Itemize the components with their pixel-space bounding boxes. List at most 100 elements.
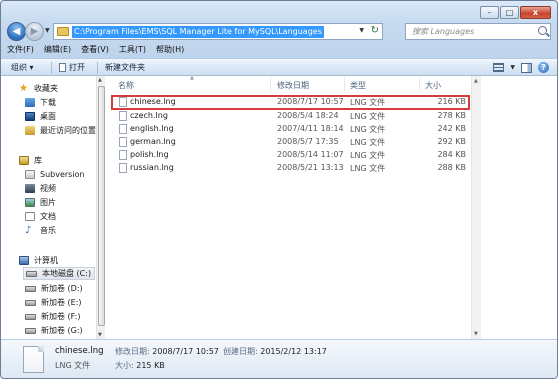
file-row[interactable]: chinese.lng 2008/7/17 10:57 LNG 文件 216 K… bbox=[111, 95, 470, 110]
column-modified[interactable]: 修改日期 bbox=[277, 80, 309, 91]
drive-icon bbox=[25, 327, 36, 334]
close-button[interactable]: x bbox=[520, 6, 551, 19]
file-icon bbox=[119, 111, 127, 121]
file-row[interactable]: czech.lng 2008/5/4 18:24 LNG 文件 278 KB bbox=[112, 110, 469, 123]
nav-desktop-label: 桌面 bbox=[40, 112, 56, 121]
menu-edit[interactable]: 编辑(E) bbox=[44, 43, 71, 57]
nav-libraries[interactable]: 库 bbox=[19, 154, 42, 167]
nav-pictures[interactable]: 图片 bbox=[25, 196, 56, 209]
file-size: 284 KB bbox=[437, 150, 466, 159]
search-input[interactable]: 搜索 Languages bbox=[405, 23, 551, 40]
nav-drive-g[interactable]: 新加卷 (G:) bbox=[25, 324, 83, 337]
file-name: czech.lng bbox=[130, 111, 168, 120]
menu-view[interactable]: 查看(V) bbox=[81, 43, 109, 57]
nav-drive-c[interactable]: 本地磁盘 (C:) bbox=[23, 267, 95, 280]
nav-recent[interactable]: 最近访问的位置 bbox=[25, 124, 96, 137]
column-type[interactable]: 类型 bbox=[350, 80, 366, 91]
column-size[interactable]: 大小 bbox=[425, 80, 441, 91]
nav-drive-f[interactable]: 新加卷 (F:) bbox=[25, 310, 80, 323]
file-row[interactable]: english.lng 2007/4/11 18:14 LNG 文件 242 K… bbox=[112, 123, 469, 136]
column-divider[interactable] bbox=[270, 77, 271, 91]
nav-downloads[interactable]: 下载 bbox=[25, 96, 56, 109]
arrow-right-icon: ▶ bbox=[30, 25, 39, 37]
details-modified-label: 修改日期: bbox=[115, 347, 150, 356]
file-type: LNG 文件 bbox=[350, 125, 386, 134]
nav-music-label: 音乐 bbox=[40, 226, 56, 235]
nav-drive-g-label: 新加卷 (G:) bbox=[41, 326, 83, 335]
nav-music[interactable]: ♪ 音乐 bbox=[25, 224, 56, 237]
scroll-up-icon[interactable]: ▲ bbox=[474, 78, 478, 84]
nav-drive-e[interactable]: 新加卷 (E:) bbox=[25, 296, 82, 309]
video-icon bbox=[25, 184, 35, 193]
forward-button[interactable]: ▶ bbox=[25, 22, 44, 41]
menu-tools[interactable]: 工具(T) bbox=[119, 43, 146, 57]
column-divider[interactable] bbox=[419, 77, 420, 91]
address-bar[interactable]: C:\Program Files\EMS\SQL Manager Lite fo… bbox=[53, 23, 383, 40]
file-preview-icon bbox=[23, 346, 44, 373]
preview-pane-icon[interactable] bbox=[521, 62, 532, 73]
nav-computer[interactable]: 计算机 bbox=[19, 254, 58, 267]
column-divider[interactable] bbox=[344, 77, 345, 91]
toolbar-separator bbox=[97, 62, 98, 74]
drive-icon bbox=[25, 313, 36, 320]
menu-bar: 文件(F) 编辑(E) 查看(V) 工具(T) 帮助(H) bbox=[1, 43, 557, 57]
minimize-button[interactable]: – bbox=[480, 6, 499, 19]
scroll-up-icon[interactable]: ▲ bbox=[98, 77, 102, 83]
menu-file[interactable]: 文件(F) bbox=[7, 43, 34, 57]
view-options-icon[interactable] bbox=[493, 63, 505, 72]
refresh-icon[interactable]: ↻ bbox=[371, 25, 379, 36]
nav-subversion[interactable]: Subversion bbox=[25, 168, 85, 181]
file-type: LNG 文件 bbox=[350, 138, 386, 147]
document-icon bbox=[25, 212, 35, 221]
view-dropdown-icon[interactable]: ▼ bbox=[510, 64, 515, 71]
details-file-type: LNG 文件 bbox=[55, 361, 91, 370]
file-type: LNG 文件 bbox=[350, 98, 386, 107]
nav-documents[interactable]: 文档 bbox=[25, 210, 56, 223]
nav-drive-c-label: 本地磁盘 (C:) bbox=[42, 269, 92, 278]
recent-pages-dropdown[interactable]: ▼ bbox=[45, 27, 50, 34]
file-modified: 2008/5/21 13:13 bbox=[277, 163, 344, 172]
address-history-dropdown[interactable]: ▼ bbox=[359, 27, 364, 34]
command-bar: 组织 ▾ 打开 新建文件夹 ▼ ? bbox=[1, 58, 557, 76]
scroll-down-icon[interactable]: ▼ bbox=[474, 331, 478, 337]
drive-icon bbox=[26, 270, 37, 277]
back-button[interactable]: ◀ bbox=[7, 22, 26, 41]
file-modified: 2008/7/17 10:57 bbox=[277, 97, 344, 106]
scrollbar-thumb[interactable] bbox=[98, 86, 105, 326]
nav-drive-d[interactable]: 新加卷 (D:) bbox=[25, 282, 83, 295]
address-path[interactable]: C:\Program Files\EMS\SQL Manager Lite fo… bbox=[72, 25, 324, 38]
file-name: russian.lng bbox=[130, 163, 174, 172]
explorer-window: – □ x ◀ ▶ ▼ C:\Program Files\EMS\SQL Man… bbox=[0, 0, 558, 379]
maximize-button[interactable]: □ bbox=[500, 6, 519, 19]
file-row[interactable]: polish.lng 2008/5/14 11:07 LNG 文件 284 KB bbox=[112, 149, 469, 162]
nav-favorites[interactable]: ★ 收藏夹 bbox=[19, 82, 58, 95]
search-icon[interactable] bbox=[538, 26, 547, 35]
file-icon bbox=[119, 97, 127, 107]
subversion-icon bbox=[25, 170, 35, 179]
menu-help[interactable]: 帮助(H) bbox=[156, 43, 184, 57]
download-folder-icon bbox=[25, 98, 35, 107]
open-label: 打开 bbox=[69, 62, 85, 72]
file-size: 292 KB bbox=[437, 137, 466, 146]
nav-scrollbar[interactable]: ▲ ▼ bbox=[96, 76, 105, 339]
search-placeholder: 搜索 Languages bbox=[412, 27, 475, 36]
file-list-scrollbar[interactable]: ▲ ▼ bbox=[471, 76, 481, 339]
organize-button[interactable]: 组织 ▾ bbox=[11, 62, 34, 73]
nav-favorites-label: 收藏夹 bbox=[34, 84, 58, 93]
column-name[interactable]: 名称 bbox=[118, 80, 134, 91]
details-file-name: chinese.lng bbox=[55, 346, 104, 356]
file-row[interactable]: russian.lng 2008/5/21 13:13 LNG 文件 288 K… bbox=[112, 162, 469, 175]
help-icon[interactable]: ? bbox=[538, 62, 549, 73]
file-row[interactable]: german.lng 2008/5/7 17:35 LNG 文件 292 KB bbox=[112, 136, 469, 149]
file-icon bbox=[119, 124, 127, 134]
picture-icon bbox=[25, 198, 35, 207]
open-button[interactable]: 打开 bbox=[59, 62, 85, 73]
toolbar-right: ▼ ? bbox=[493, 62, 549, 73]
nav-videos[interactable]: 视频 bbox=[25, 182, 56, 195]
scroll-down-icon[interactable]: ▼ bbox=[98, 332, 102, 338]
file-icon bbox=[119, 163, 127, 173]
file-size: 216 KB bbox=[437, 97, 466, 106]
details-created: 创建日期: 2015/2/12 13:17 bbox=[223, 346, 327, 357]
nav-desktop[interactable]: 桌面 bbox=[25, 110, 56, 123]
new-folder-button[interactable]: 新建文件夹 bbox=[105, 62, 145, 73]
